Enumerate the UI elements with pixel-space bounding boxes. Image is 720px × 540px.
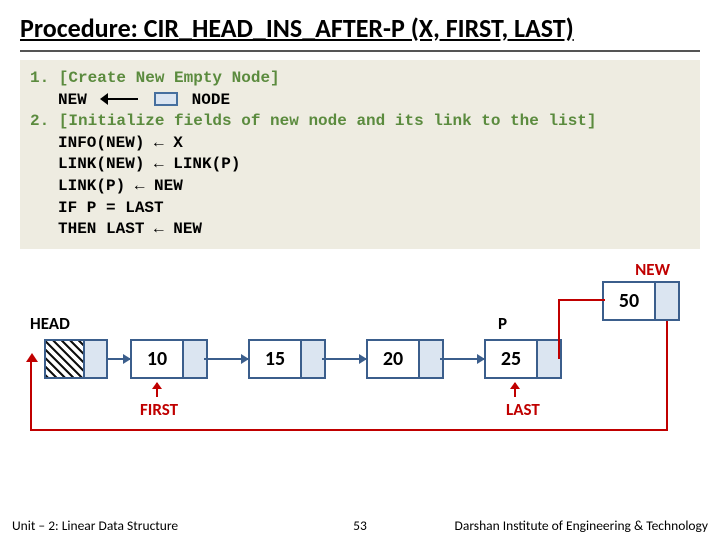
node4-value: 25 <box>486 341 538 377</box>
step2-line1: INFO(NEW) ← X <box>30 133 690 155</box>
footer: Unit – 2: Linear Data Structure 53 Darsh… <box>0 510 720 540</box>
first-label: FIRST <box>140 399 178 420</box>
step1-lhs: NEW <box>58 91 87 109</box>
head-node <box>44 339 108 379</box>
circular-path-from-last <box>558 299 580 359</box>
node4-link <box>538 341 560 377</box>
list-node-4: 25 <box>484 339 562 379</box>
circular-path-bottom <box>30 429 666 431</box>
linked-list-diagram: NEW HEAD P FIRST LAST 50 10 15 20 25 <box>20 259 700 479</box>
list-node-3: 20 <box>366 339 444 379</box>
footer-institute: Darshan Institute of Engineering & Techn… <box>380 517 708 534</box>
procedure-code: 1. [Create New Empty Node] NEW NODE 2. [… <box>20 60 700 249</box>
node3-link <box>420 341 442 377</box>
head-node-link <box>85 341 106 377</box>
footer-page: 53 <box>340 517 380 534</box>
page-title: Procedure: CIR_HEAD_INS_AFTER-P (X, FIRS… <box>20 12 700 52</box>
last-arrow-icon <box>514 383 516 397</box>
step2-line3: LINK(P) ← NEW <box>30 176 690 198</box>
step1-head: 1. [Create New Empty Node] <box>30 69 280 87</box>
node2-link <box>302 341 324 377</box>
circular-path-left <box>30 359 32 429</box>
first-arrow-icon <box>156 383 158 397</box>
footer-unit: Unit – 2: Linear Data Structure <box>12 517 340 534</box>
node1-link <box>184 341 206 377</box>
head-label: HEAD <box>30 313 70 334</box>
node1-value: 10 <box>132 341 184 377</box>
assign-arrow-icon <box>100 94 138 104</box>
last-label: LAST <box>506 399 540 420</box>
step2-line2: LINK(NEW) ← LINK(P) <box>30 154 690 176</box>
step2-line4: IF P = LAST <box>30 198 690 220</box>
step2-head: 2. [Initialize fields of new node and it… <box>30 112 597 130</box>
link-arrow-0 <box>108 358 130 360</box>
head-node-hatch <box>46 341 85 377</box>
new-label: NEW <box>635 259 670 280</box>
step1-rhs: NODE <box>192 91 230 109</box>
circular-path-to-new <box>580 299 605 301</box>
new-node: 50 <box>602 281 680 321</box>
link-arrow-3 <box>440 358 484 360</box>
empty-node-icon <box>154 92 178 106</box>
list-node-1: 10 <box>130 339 208 379</box>
link-arrow-1 <box>204 358 248 360</box>
new-node-link <box>656 283 678 319</box>
circular-path-right <box>666 321 668 431</box>
circular-return-arrowhead <box>26 353 38 362</box>
step2-line5: THEN LAST ← NEW <box>30 219 690 241</box>
node3-value: 20 <box>368 341 420 377</box>
new-node-value: 50 <box>604 283 656 319</box>
p-label: P <box>498 313 507 334</box>
list-node-2: 15 <box>248 339 326 379</box>
link-arrow-2 <box>322 358 366 360</box>
node2-value: 15 <box>250 341 302 377</box>
